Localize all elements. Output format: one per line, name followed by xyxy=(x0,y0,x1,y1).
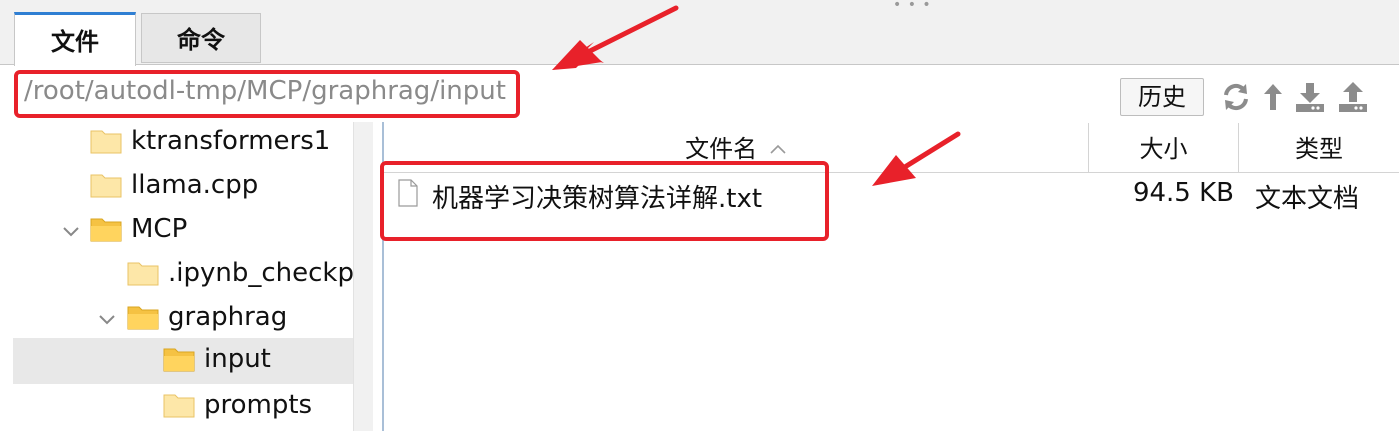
column-header-label: 文件名 xyxy=(685,135,758,163)
chevron-down-icon[interactable] xyxy=(62,222,80,240)
folder-icon xyxy=(90,130,122,154)
tree-item-prompts[interactable]: prompts xyxy=(0,386,353,430)
tree-item-ktransformers1[interactable]: ktransformers1 xyxy=(0,122,353,166)
folder-icon xyxy=(127,306,159,330)
file-type: 文本文档 xyxy=(1255,184,1360,214)
folder-icon xyxy=(163,348,195,372)
tree-item-input[interactable]: input xyxy=(13,338,353,384)
tree-item-llama-cpp[interactable]: llama.cpp xyxy=(0,166,353,210)
column-header-type[interactable]: 类型 xyxy=(1238,123,1399,173)
drag-handle-icon[interactable]: • • • xyxy=(893,0,932,12)
tree-item-label: prompts xyxy=(204,390,313,420)
folder-icon xyxy=(90,174,122,198)
highlight-box-path xyxy=(14,70,520,118)
history-button[interactable]: 历史 xyxy=(1120,78,1204,116)
folder-icon xyxy=(163,394,195,418)
tree-item-label: llama.cpp xyxy=(131,170,259,200)
tab-commands[interactable]: 命令 xyxy=(141,13,261,63)
tree-item-label: MCP xyxy=(131,214,188,244)
tree-item-label: ktransformers1 xyxy=(131,126,331,156)
tree-item-graphrag[interactable]: graphrag xyxy=(0,298,353,342)
download-icon[interactable] xyxy=(1294,80,1326,114)
tree-item-label: .ipynb_checkpo xyxy=(168,258,370,288)
tree-item-label: input xyxy=(204,344,271,374)
tree-item-ipynb-checkpoints[interactable]: .ipynb_checkpo xyxy=(0,254,370,298)
tree-scrollbar[interactable] xyxy=(353,122,373,431)
tab-divider xyxy=(0,64,1399,65)
tab-files[interactable]: 文件 xyxy=(14,12,136,66)
folder-icon xyxy=(90,218,122,242)
sort-ascending-icon xyxy=(770,144,786,154)
up-arrow-icon[interactable] xyxy=(1262,80,1284,114)
folder-tree: ktransformers1 llama.cpp MCP .ipynb_chec… xyxy=(0,122,372,431)
highlight-box-file xyxy=(380,161,829,241)
refresh-icon[interactable] xyxy=(1220,80,1252,114)
chevron-down-icon[interactable] xyxy=(98,310,116,328)
tree-item-mcp[interactable]: MCP xyxy=(0,210,353,254)
file-size: 94.5 KB xyxy=(1132,178,1234,208)
tree-item-label: graphrag xyxy=(168,302,288,332)
upload-icon[interactable] xyxy=(1337,80,1369,114)
column-header-size[interactable]: 大小 xyxy=(1088,123,1238,173)
folder-icon xyxy=(127,262,159,286)
